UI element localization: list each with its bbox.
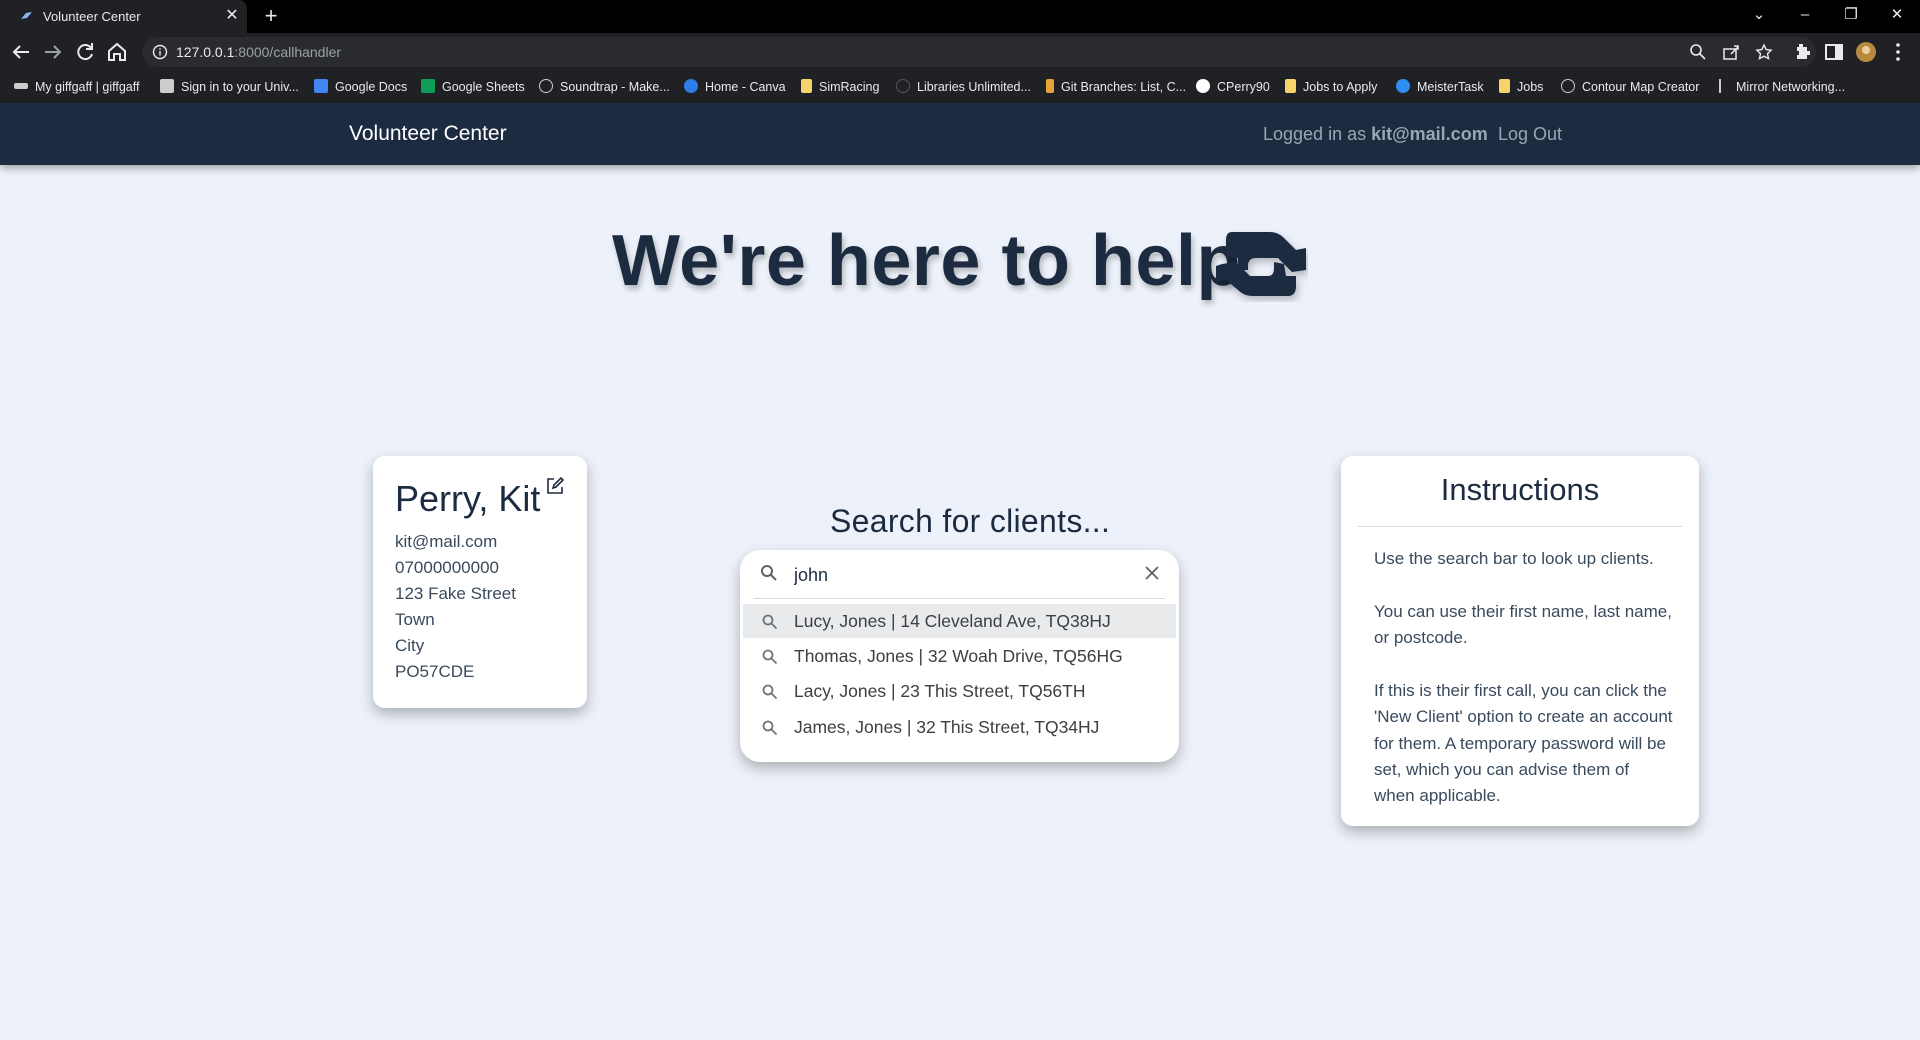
contour-icon (1561, 79, 1575, 93)
suggestion-text: Lucy, Jones | 14 Cleveland Ave, TQ38HJ (794, 611, 1111, 631)
profile-avatar-icon[interactable] (1854, 40, 1878, 64)
share-icon[interactable] (1722, 43, 1740, 61)
tab-title: Volunteer Center (43, 9, 141, 24)
search-suggestion[interactable]: Thomas, Jones | 32 Woah Drive, TQ56HG (743, 639, 1176, 673)
bookmark-item[interactable]: Google Sheets (421, 78, 525, 96)
reload-icon[interactable] (73, 40, 97, 64)
suggestion-text: Lacy, Jones | 23 This Street, TQ56TH (794, 681, 1086, 701)
forward-icon[interactable] (41, 40, 65, 64)
tab-search-icon[interactable]: ⌄ (1745, 3, 1773, 27)
zoom-icon[interactable] (1689, 43, 1707, 61)
libraries-icon (896, 79, 910, 93)
bookmark-item[interactable]: Contour Map Creator (1561, 78, 1699, 96)
hero-title: We're here to help (612, 221, 1241, 301)
university-icon (160, 79, 174, 93)
instructions-divider (1358, 526, 1682, 527)
edit-icon[interactable] (545, 476, 565, 496)
logged-in-status: Logged in as kit@mail.com (1263, 124, 1488, 144)
volunteer-name: Perry, Kit (395, 478, 541, 519)
bookmark-item[interactable]: Google Docs (314, 78, 407, 96)
bookmark-item[interactable]: Jobs to Apply (1285, 78, 1377, 96)
volunteer-postcode: PO57CDE (395, 662, 475, 681)
bookmark-item[interactable]: Git Branches: List, C... (1046, 78, 1186, 96)
back-icon[interactable] (9, 40, 33, 64)
favicon-icon (21, 12, 32, 19)
url-text: 127.0.0.1:8000/callhandler (176, 44, 342, 60)
search-icon (762, 720, 778, 736)
search-heading: Search for clients... (830, 503, 1111, 539)
volunteer-street: 123 Fake Street (395, 584, 516, 603)
search-divider (754, 598, 1165, 599)
bookmark-item[interactable]: Mirror Networking... (1719, 78, 1845, 96)
handshake-icon (1216, 232, 1306, 296)
volunteer-phone: 07000000000 (395, 558, 500, 577)
volunteer-city: City (395, 636, 425, 655)
instructions-paragraph: You can use their first name, last name,… (1374, 602, 1672, 648)
restore-icon[interactable]: ❐ (1837, 3, 1865, 27)
instructions-card: Instructions Use the search bar to look … (1341, 456, 1699, 826)
minimize-icon[interactable]: – (1791, 3, 1819, 27)
bookmark-item[interactable]: Soundtrap - Make... (539, 78, 670, 96)
search-suggestion[interactable]: Lucy, Jones | 14 Cleveland Ave, TQ38HJ (743, 604, 1176, 638)
logged-in-user: kit@mail.com (1371, 124, 1488, 144)
suggestion-text: James, Jones | 32 This Street, TQ34HJ (794, 717, 1100, 737)
client-search-box: Lucy, Jones | 14 Cleveland Ave, TQ38HJ T… (740, 550, 1179, 762)
bookmark-item[interactable]: Libraries Unlimited... (896, 78, 1031, 96)
volunteer-profile-card: Perry, Kit kit@mail.com 07000000000 123 … (373, 456, 587, 708)
canva-icon (684, 79, 698, 93)
bookmark-item[interactable]: SimRacing (801, 78, 879, 96)
bookmarks-bar: My giffgaff | giffgaff Sign in to your U… (0, 71, 1920, 103)
folder-icon (1499, 79, 1510, 93)
giffgaff-icon (14, 83, 28, 89)
tab-strip: Volunteer Center ✕ + ⌄ – ❐ ✕ (0, 0, 1920, 33)
search-icon (762, 614, 778, 630)
side-panel-icon[interactable] (1822, 40, 1846, 64)
bookmark-item[interactable]: CPerry90 (1196, 78, 1270, 96)
tab-volunteer-center[interactable]: Volunteer Center ✕ (0, 0, 247, 33)
github-icon (1196, 79, 1210, 93)
volunteer-town: Town (395, 610, 435, 629)
menu-kebab-icon[interactable] (1886, 40, 1910, 64)
suggestion-text: Thomas, Jones | 32 Woah Drive, TQ56HG (794, 646, 1123, 666)
close-window-icon[interactable]: ✕ (1883, 3, 1911, 27)
bookmark-item[interactable]: Sign in to your Univ... (160, 78, 299, 96)
folder-icon (801, 79, 812, 93)
brand-link[interactable]: Volunteer Center (349, 122, 507, 146)
logout-link[interactable]: Log Out (1498, 124, 1562, 145)
search-icon (761, 565, 777, 581)
volunteer-email: kit@mail.com (395, 532, 498, 551)
bookmark-star-icon[interactable] (1755, 43, 1773, 61)
mirror-icon (1719, 79, 1729, 93)
google-sheets-icon (421, 79, 435, 93)
address-bar[interactable]: 127.0.0.1:8000/callhandler (142, 37, 1816, 67)
search-icon (762, 684, 778, 700)
client-search-input[interactable] (794, 562, 1114, 588)
new-tab-icon[interactable]: + (260, 4, 282, 28)
git-icon (1046, 79, 1054, 93)
clear-search-icon[interactable] (1144, 565, 1160, 581)
instructions-paragraph: If this is their first call, you can cli… (1374, 681, 1673, 806)
site-info-icon[interactable] (152, 44, 168, 60)
browser-toolbar: 127.0.0.1:8000/callhandler (0, 33, 1920, 71)
folder-icon (1285, 79, 1296, 93)
search-icon (762, 649, 778, 665)
google-docs-icon (314, 79, 328, 93)
instructions-paragraph: Use the search bar to look up clients. (1374, 549, 1654, 568)
app-navbar: Volunteer Center Logged in as kit@mail.c… (0, 103, 1920, 165)
bookmark-item[interactable]: My giffgaff | giffgaff (14, 78, 139, 96)
bookmark-item[interactable]: Jobs (1499, 78, 1543, 96)
home-icon[interactable] (105, 40, 129, 64)
soundtrap-icon (539, 79, 553, 93)
tab-close-icon[interactable]: ✕ (224, 6, 240, 26)
bookmark-item[interactable]: MeisterTask (1396, 78, 1484, 96)
extensions-icon[interactable] (1790, 40, 1814, 64)
bookmark-item[interactable]: Home - Canva (684, 78, 786, 96)
search-suggestion[interactable]: James, Jones | 32 This Street, TQ34HJ (743, 710, 1176, 744)
meistertask-icon (1396, 79, 1410, 93)
search-suggestion[interactable]: Lacy, Jones | 23 This Street, TQ56TH (743, 674, 1176, 708)
hero-heading: We're here to help (612, 220, 1306, 310)
instructions-title: Instructions (1440, 472, 1600, 507)
browser-frame: Volunteer Center ✕ + ⌄ – ❐ ✕ 127.0.0.1:8… (0, 0, 1920, 103)
